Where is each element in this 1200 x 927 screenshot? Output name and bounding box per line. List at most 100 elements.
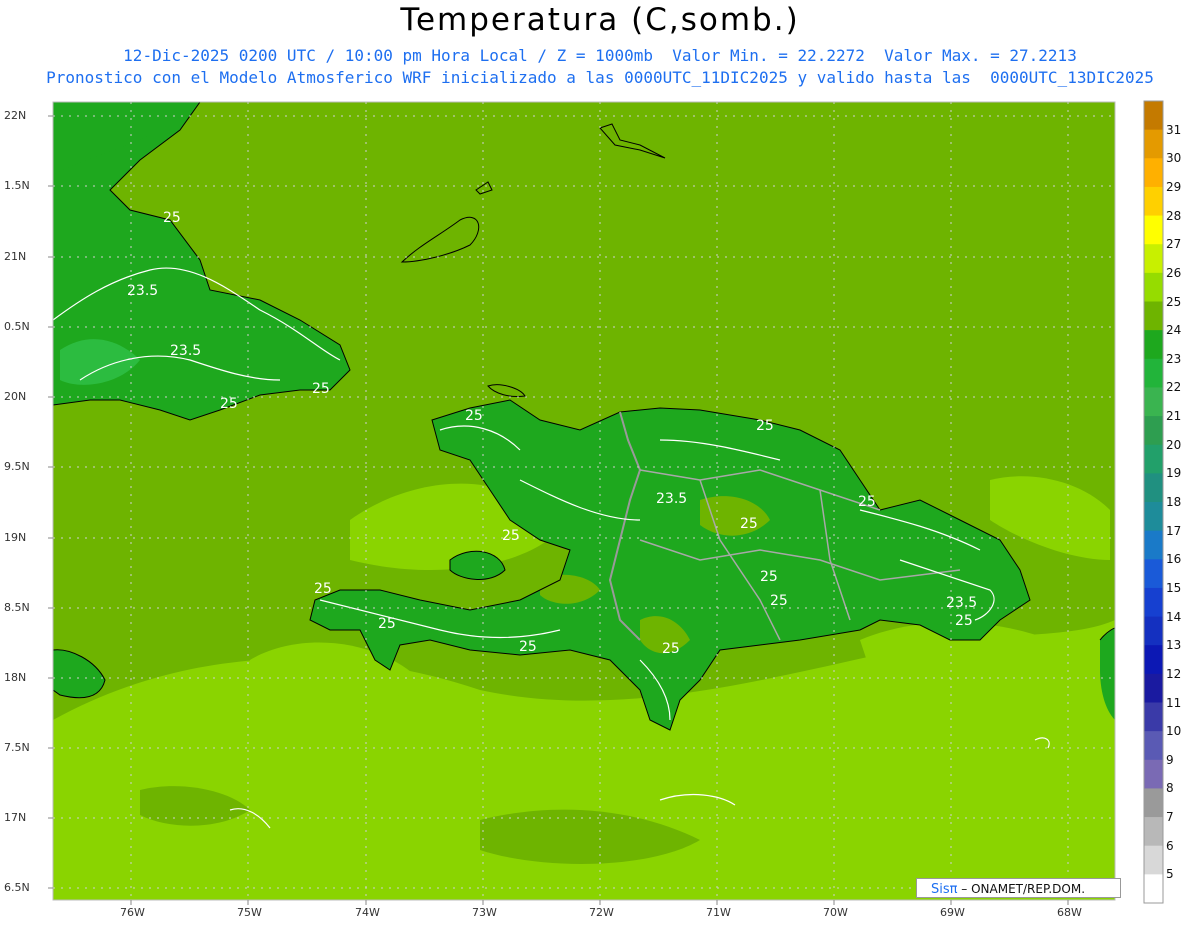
contour-label: 23.5 (946, 595, 977, 611)
colorbar-swatch (1144, 330, 1163, 360)
lat-label: 17N (4, 811, 27, 824)
colorbar-swatch (1144, 845, 1163, 875)
contour-label: 25 (955, 613, 973, 629)
contour-label: 25 (519, 639, 537, 655)
colorbar-swatch (1144, 587, 1163, 618)
colorbar-swatch (1144, 101, 1163, 131)
colorbar-label: 21 (1166, 409, 1182, 424)
lon-label: 69W (940, 906, 965, 919)
colorbar-label: 14 (1166, 609, 1182, 624)
colorbar-swatch (1144, 731, 1163, 761)
colorbar-label: 22 (1166, 380, 1182, 395)
colorbar-label: 16 (1166, 552, 1182, 567)
colorbar-label: 5 (1166, 867, 1174, 882)
colorbar-label: 23 (1166, 351, 1182, 366)
colorbar-label: 29 (1166, 179, 1182, 194)
colorbar-label: 18 (1166, 495, 1182, 509)
credit-box: Sisπ – ONAMET/REP.DOM. (916, 878, 1121, 898)
lon-label: 74W (355, 906, 380, 919)
contour-label: 25 (163, 210, 181, 226)
colorbar-label: 9 (1166, 752, 1174, 767)
colorbar-label: 10 (1166, 724, 1182, 739)
colorbar-swatch (1144, 416, 1163, 446)
lat-label: 19N (4, 531, 27, 544)
contour-label: 25 (220, 396, 238, 412)
colorbar-label: 26 (1166, 265, 1182, 280)
lat-label: 21N (4, 250, 27, 263)
lon-label: 72W (589, 906, 614, 919)
contour-label: 25 (740, 516, 758, 532)
lat-label: 9.5N (4, 460, 30, 473)
contour-label: 25 (502, 528, 520, 544)
colorbar-label: 7 (1166, 810, 1174, 825)
colorbar-label: 12 (1166, 666, 1182, 681)
lat-label: 1.5N (4, 179, 30, 192)
colorbar-swatch (1144, 759, 1163, 789)
lon-label: 75W (237, 906, 262, 919)
colorbar-swatch (1144, 673, 1163, 703)
contour-label: 25 (314, 581, 332, 597)
colorbar-swatch (1144, 616, 1163, 646)
lat-label: 18N (4, 671, 27, 684)
colorbar-swatch (1144, 444, 1163, 474)
colorbar-swatch (1144, 244, 1163, 274)
colorbar-swatch (1144, 186, 1163, 217)
colorbar-swatch (1144, 559, 1163, 589)
colorbar-label: 27 (1166, 237, 1182, 252)
lon-label: 76W (120, 906, 145, 919)
contour-label: 25 (770, 593, 788, 609)
colorbar-label: 6 (1166, 838, 1174, 853)
contour-label: 25 (312, 381, 330, 397)
colorbar-label: 20 (1166, 437, 1182, 452)
contour-label: 25 (760, 569, 778, 585)
lat-label: 0.5N (4, 320, 30, 333)
colorbar-swatch (1144, 874, 1163, 904)
colorbar-swatch (1144, 358, 1163, 388)
colorbar-label: 11 (1166, 695, 1182, 710)
colorbar-label: 19 (1166, 466, 1182, 481)
lat-label: 7.5N (4, 741, 30, 754)
colorbar-swatch (1144, 272, 1163, 302)
colorbar-swatch (1144, 215, 1163, 245)
colorbar-swatch (1144, 129, 1163, 159)
contour-label: 23.5 (656, 491, 687, 507)
colorbar-label: 30 (1166, 151, 1182, 166)
colorbar (1144, 101, 1163, 904)
colorbar-label: 8 (1166, 781, 1174, 796)
lon-label: 73W (472, 906, 497, 919)
lat-label: 8.5N (4, 601, 30, 614)
colorbar-label: 25 (1166, 294, 1182, 309)
lat-label: 22N (4, 109, 27, 122)
colorbar-swatch (1144, 502, 1163, 532)
colorbar-swatch (1144, 158, 1163, 188)
colorbar-label: 28 (1166, 208, 1182, 223)
contour-label: 23.5 (170, 343, 201, 359)
lon-label: 70W (823, 906, 848, 919)
lon-label: 71W (706, 906, 731, 919)
contour-label: 25 (378, 616, 396, 632)
sispi-logo: Sisπ (931, 882, 958, 897)
colorbar-swatch (1144, 817, 1163, 847)
credit-text: – ONAMET/REP.DOM. (961, 882, 1086, 896)
colorbar-label: 13 (1166, 638, 1182, 653)
colorbar-swatch (1144, 301, 1163, 331)
colorbar-swatch (1144, 702, 1163, 732)
colorbar-label: 15 (1166, 580, 1182, 595)
contour-label: 25 (465, 408, 483, 424)
colorbar-label: 24 (1166, 323, 1182, 338)
lon-label: 68W (1057, 906, 1082, 919)
contour-label: 25 (662, 641, 680, 657)
temperature-map: 25 23.5 23.5 25 25 25 25 25 23.5 25 25 2… (48, 100, 1164, 905)
colorbar-label: 31 (1166, 122, 1182, 137)
contour-label: 23.5 (127, 283, 158, 299)
colorbar-swatch (1144, 387, 1163, 417)
contour-label: 25 (858, 494, 876, 510)
lat-label: 6.5N (4, 881, 30, 894)
colorbar-label: 17 (1166, 523, 1182, 538)
colorbar-swatch (1144, 530, 1163, 560)
contour-label: 25 (756, 418, 774, 434)
colorbar-swatch (1144, 788, 1163, 818)
lat-label: 20N (4, 390, 27, 403)
colorbar-swatch (1144, 473, 1163, 503)
colorbar-swatch (1144, 645, 1163, 675)
